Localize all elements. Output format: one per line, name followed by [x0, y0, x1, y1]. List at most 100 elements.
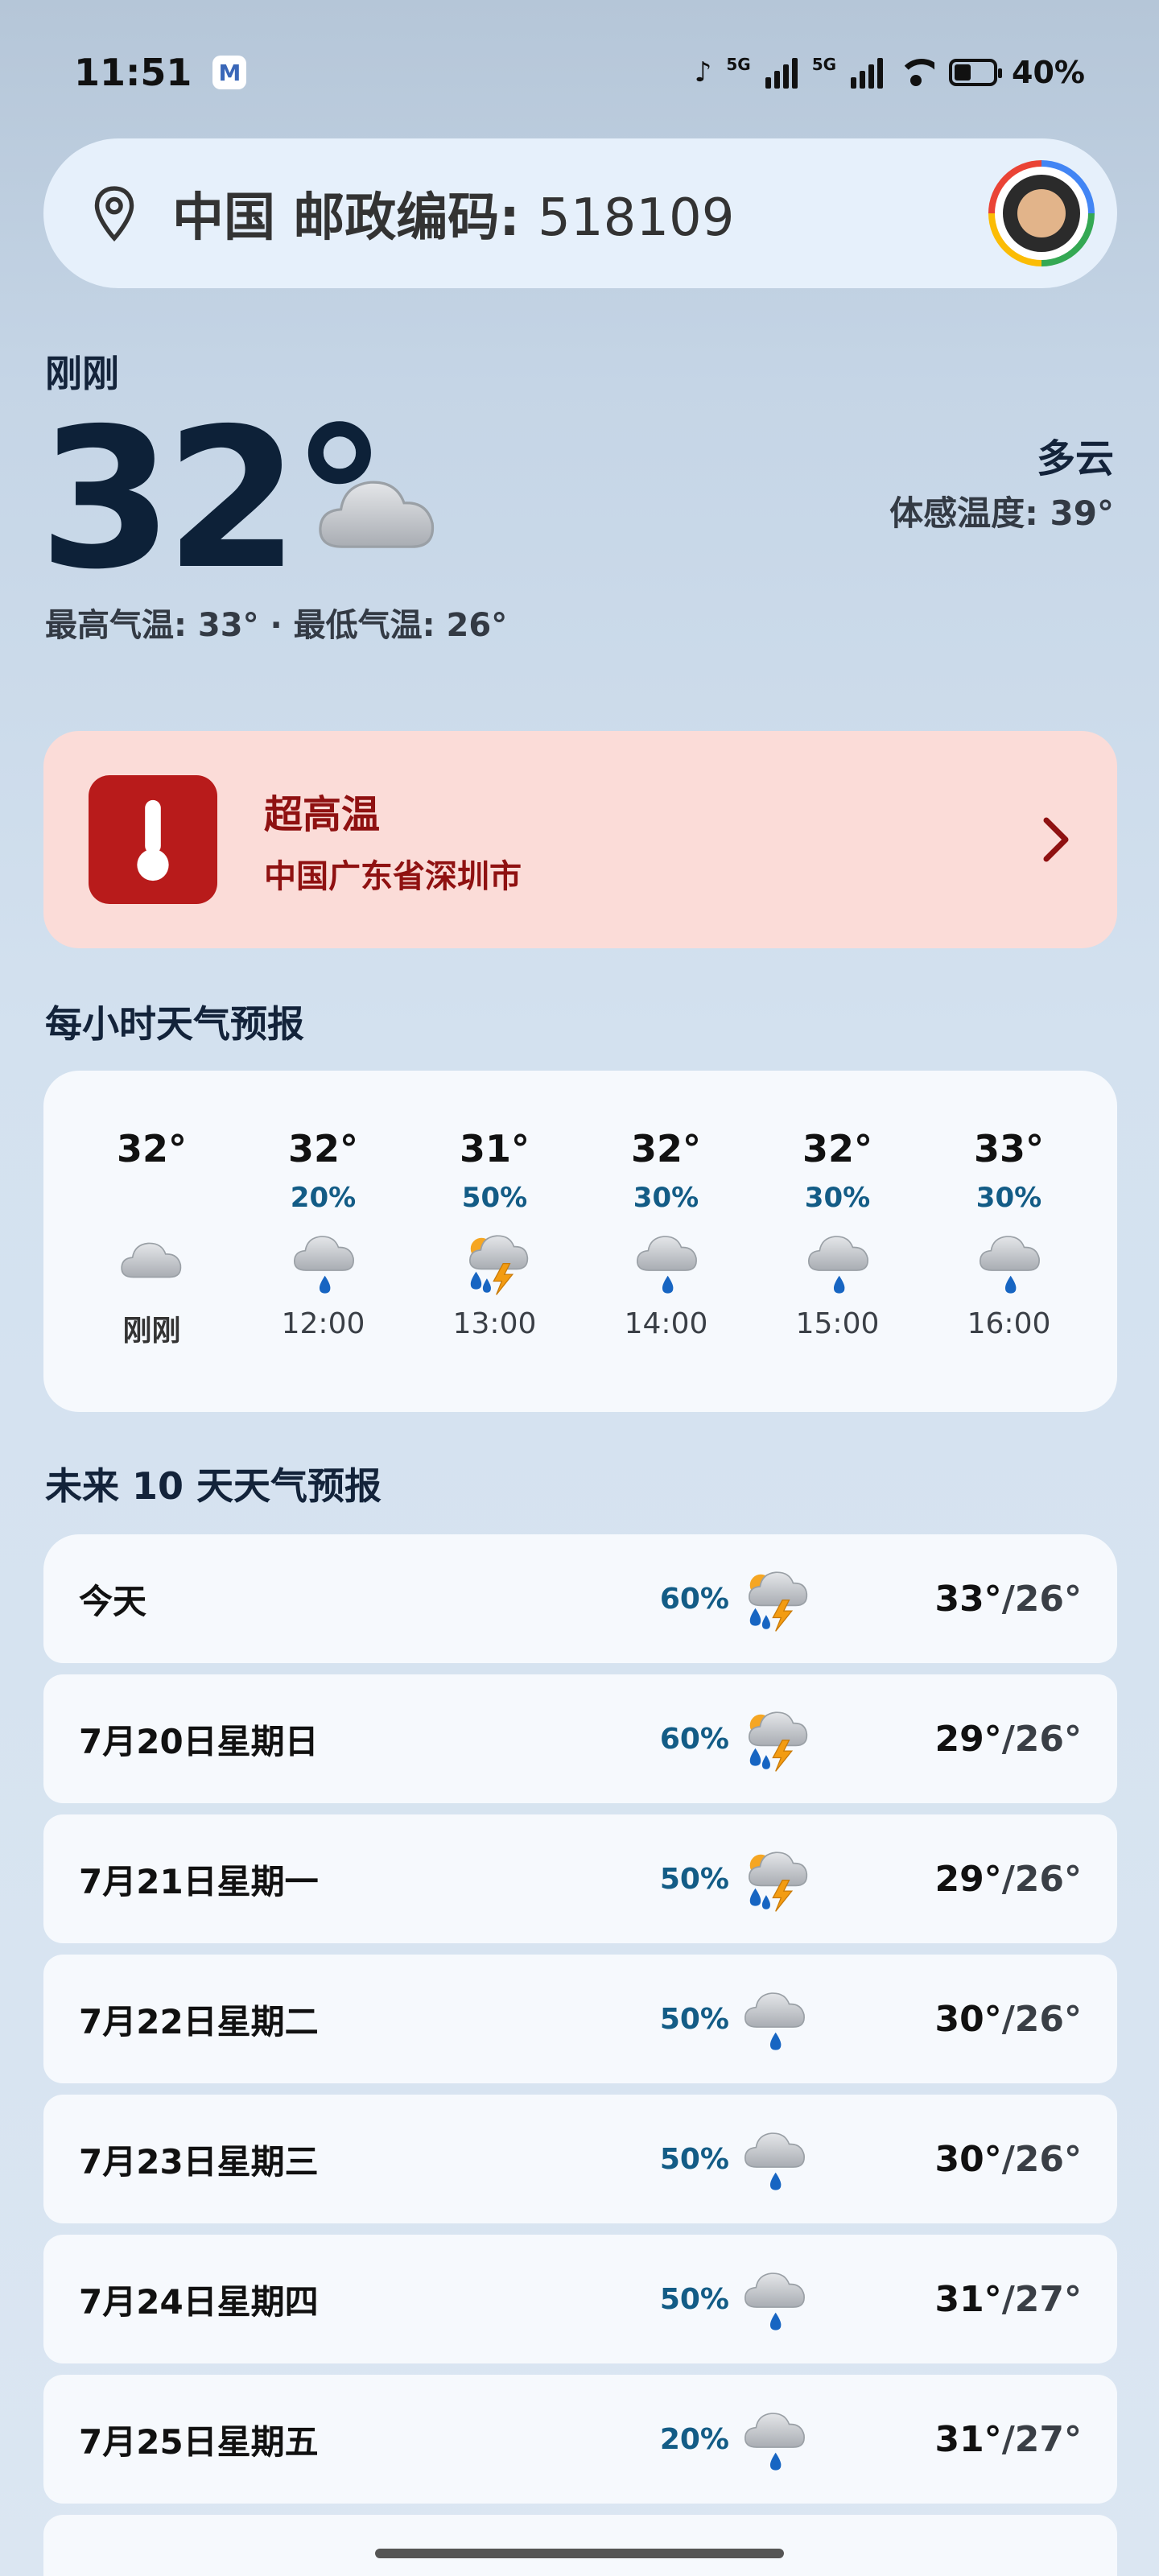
thunderstorm-icon: [740, 1565, 808, 1633]
hour-item: 33° 30% 16:00: [923, 1127, 1095, 1412]
hourly-forecast-card[interactable]: 32° 刚刚 32° 20% 12:00 31° 50% 13:00 32° 3…: [43, 1071, 1117, 1412]
day-temps: 29°/26°: [808, 1719, 1082, 1760]
hour-temp: 33°: [973, 1127, 1044, 1170]
day-label: 7月25日星期五: [79, 2421, 319, 2462]
day-label: 7月20日星期日: [79, 1721, 319, 1761]
day-pop: 50%: [659, 2282, 729, 2316]
hour-item: 32° 20% 12:00: [237, 1127, 409, 1412]
day-row[interactable]: 7月21日星期一 50% 29°/26°: [43, 1814, 1117, 1943]
hour-pop: 30%: [804, 1182, 871, 1214]
day-low: /26°: [1001, 1578, 1082, 1620]
day-temps: 31°/27°: [808, 2279, 1082, 2320]
alert-location: 中国广东省深圳市: [264, 858, 522, 895]
location-pin-icon: [94, 186, 134, 242]
day-temps: 29°/26°: [808, 1859, 1082, 1900]
day-row[interactable]: 7月24日星期四 50% 31°/27°: [43, 2235, 1117, 2363]
day-low: /27°: [1001, 2278, 1082, 2320]
status-bar: 11:51 M ♪ 5G 5G 40%: [0, 0, 1159, 145]
day-pop: 50%: [659, 2142, 729, 2176]
day-low: /27°: [1001, 2418, 1082, 2460]
day-pop: 60%: [659, 1722, 729, 1756]
rain-icon: [290, 1228, 357, 1296]
status-time: 11:51: [74, 51, 192, 94]
day-high: 29°: [934, 1718, 1002, 1760]
location-text: 中国 邮政编码: 518109: [172, 176, 988, 250]
day-high: 29°: [934, 1858, 1002, 1900]
day-high: 30°: [934, 2138, 1002, 2180]
signal-icon-2: [851, 56, 884, 89]
chevron-right-icon: [1043, 817, 1069, 862]
hour-pop: 50%: [461, 1182, 528, 1214]
hour-time: 13:00: [452, 1307, 537, 1340]
day-label: 7月22日星期二: [79, 2001, 319, 2041]
day-row[interactable]: 7月20日星期日 60% 29°/26°: [43, 1674, 1117, 1803]
daily-forecast-title: 未来 10 天天气预报: [45, 1464, 382, 1508]
rain-icon: [740, 1985, 808, 2053]
day-low: /26°: [1001, 1858, 1082, 1900]
rain-icon: [633, 1228, 700, 1296]
hour-item: 32° 30% 15:00: [752, 1127, 923, 1412]
hour-time: 12:00: [281, 1307, 365, 1340]
location-search-bar[interactable]: 中国 邮政编码: 518109: [43, 138, 1117, 288]
hour-temp: 31°: [459, 1127, 530, 1170]
heat-alert-card[interactable]: 超高温 中国广东省深圳市: [43, 731, 1117, 948]
gmail-notification-icon: M: [212, 56, 247, 89]
day-label: 7月21日星期一: [79, 1861, 319, 1901]
hour-pop: 30%: [975, 1182, 1042, 1214]
day-row[interactable]: 7月25日星期五 20% 31°/27°: [43, 2375, 1117, 2504]
network-type-label-1: 5G: [726, 55, 751, 74]
location-label: 中国 邮政编码:: [172, 188, 520, 248]
day-temps: 30°/26°: [808, 1999, 1082, 2040]
battery-percent: 40%: [1012, 55, 1085, 90]
day-high: 33°: [934, 1578, 1002, 1620]
battery-icon: [949, 59, 1003, 86]
hour-temp: 32°: [116, 1127, 187, 1170]
day-high: 31°: [934, 2278, 1002, 2320]
cloud-icon: [120, 1242, 181, 1278]
hour-time: 15:00: [795, 1307, 880, 1340]
thermometer-icon: [89, 775, 217, 904]
day-pop: 20%: [659, 2422, 729, 2456]
zip-code: 518109: [538, 188, 735, 248]
day-row-today[interactable]: 今天 60% 33°/26°: [43, 1534, 1117, 1663]
wifi-icon: [897, 59, 935, 86]
hour-temp: 32°: [630, 1127, 701, 1170]
hour-time: 16:00: [967, 1307, 1051, 1340]
day-low: /26°: [1001, 2138, 1082, 2180]
hour-temp: 32°: [287, 1127, 358, 1170]
account-avatar[interactable]: [988, 160, 1095, 266]
day-row[interactable]: 7月23日星期三 50% 30°/26°: [43, 2095, 1117, 2223]
hour-temp: 32°: [802, 1127, 872, 1170]
day-low: /26°: [1001, 1998, 1082, 2040]
current-condition: 多云: [1036, 436, 1114, 481]
day-pop: 60%: [659, 1582, 729, 1616]
signal-icon-1: [765, 56, 798, 89]
cloud-icon: [314, 464, 443, 560]
day-row[interactable]: 7月22日星期二 50% 30°/26°: [43, 1955, 1117, 2083]
hour-item: 32° 30% 14:00: [580, 1127, 752, 1412]
day-pop: 50%: [659, 2002, 729, 2036]
rain-icon: [804, 1228, 872, 1296]
day-high: 31°: [934, 2418, 1002, 2460]
day-low: /26°: [1001, 1718, 1082, 1760]
feels-like: 体感温度: 39°: [889, 493, 1114, 533]
network-type-label-2: 5G: [811, 55, 837, 74]
day-row-partial[interactable]: [43, 2515, 1117, 2576]
day-high: 30°: [934, 1998, 1002, 2040]
day-label: 7月24日星期四: [79, 2281, 319, 2322]
day-temps: 33°/26°: [808, 1579, 1082, 1620]
hourly-forecast-title: 每小时天气预报: [45, 1002, 304, 1046]
thunderstorm-icon: [461, 1228, 529, 1296]
hour-item: 31° 50% 13:00: [409, 1127, 580, 1412]
hour-time: 14:00: [624, 1307, 708, 1340]
thunderstorm-icon: [740, 1705, 808, 1773]
rain-icon: [740, 2125, 808, 2193]
day-temps: 30°/26°: [808, 2139, 1082, 2180]
hour-time: 刚刚: [122, 1315, 181, 1348]
home-indicator[interactable]: [375, 2549, 784, 2558]
alert-title: 超高温: [264, 792, 381, 837]
bluetooth-icon: ♪: [694, 56, 712, 89]
day-label: 7月23日星期三: [79, 2141, 319, 2182]
hour-pop: 30%: [633, 1182, 699, 1214]
day-temps: 31°/27°: [808, 2419, 1082, 2460]
